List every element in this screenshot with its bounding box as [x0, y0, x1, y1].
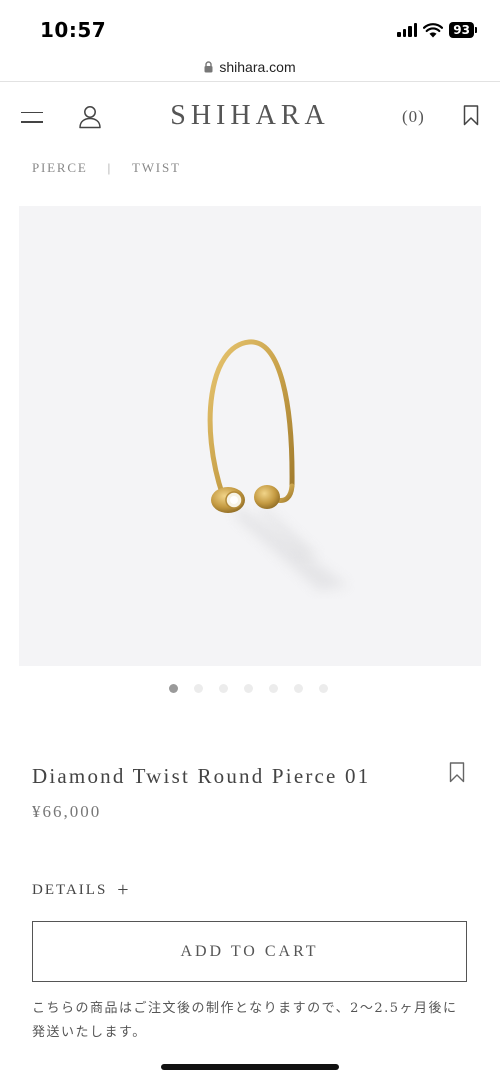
- carousel-dot[interactable]: [194, 684, 203, 693]
- site-header: SHIHARA (0): [0, 83, 500, 151]
- details-toggle[interactable]: DETAILS +: [32, 880, 131, 900]
- carousel-dot[interactable]: [269, 684, 278, 693]
- carousel-dot[interactable]: [169, 684, 178, 693]
- product-price: ¥66,000: [32, 802, 102, 821]
- account-icon[interactable]: [78, 103, 102, 131]
- product-image[interactable]: [19, 206, 481, 666]
- breadcrumb-separator: |: [107, 160, 112, 175]
- carousel-dot[interactable]: [319, 684, 328, 693]
- carousel-dot[interactable]: [219, 684, 228, 693]
- shipping-notice: こちらの商品はご注文後の制作となりますので、2〜2.5ヶ月後に発送いたします。: [32, 1001, 458, 1040]
- home-indicator: [161, 1064, 339, 1070]
- product-title: Diamond Twist Round Pierce 01: [32, 764, 371, 788]
- status-time: 10:57: [40, 18, 107, 42]
- url-bar[interactable]: shihara.com: [0, 52, 500, 82]
- status-icons: 93: [397, 22, 477, 38]
- wifi-icon: [423, 22, 444, 37]
- url-text: shihara.com: [219, 58, 296, 75]
- cart-button[interactable]: (0): [402, 107, 425, 127]
- status-bar: 10:57 93: [0, 0, 500, 50]
- carousel-dot[interactable]: [294, 684, 303, 693]
- carousel-dot[interactable]: [244, 684, 253, 693]
- breadcrumb: PIERCE | TWIST: [32, 160, 181, 176]
- wishlist-icon[interactable]: [462, 103, 480, 127]
- battery-icon: 93: [449, 22, 477, 38]
- breadcrumb-item-pierce[interactable]: PIERCE: [32, 160, 88, 176]
- bookmark-icon[interactable]: [449, 762, 467, 784]
- breadcrumb-item-twist[interactable]: TWIST: [132, 160, 181, 176]
- ring-illustration: [207, 339, 349, 591]
- add-to-cart-button[interactable]: ADD TO CART: [32, 921, 467, 982]
- details-label: DETAILS: [32, 881, 108, 898]
- signal-icon: [397, 23, 418, 37]
- menu-icon[interactable]: [20, 103, 44, 131]
- plus-icon: +: [117, 879, 131, 901]
- site-logo[interactable]: SHIHARA: [0, 100, 500, 132]
- carousel-dots: [169, 684, 328, 693]
- lock-icon: [204, 60, 213, 72]
